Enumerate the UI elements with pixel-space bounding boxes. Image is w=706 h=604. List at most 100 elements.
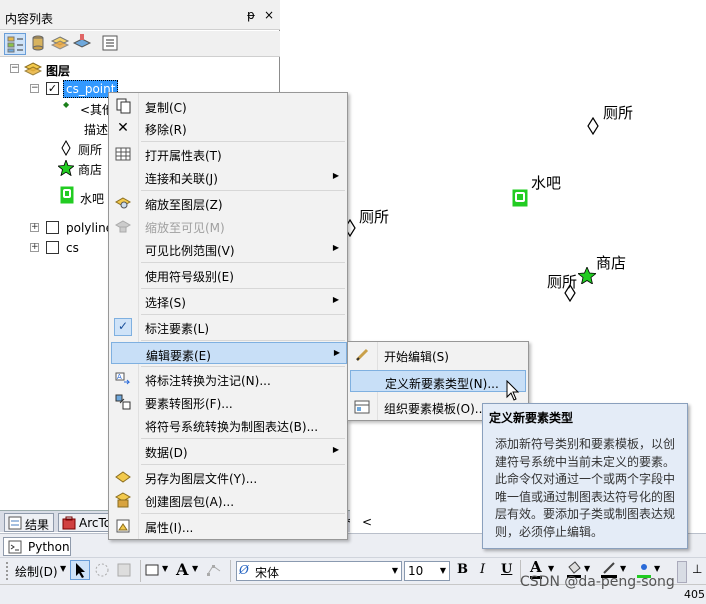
dropdown-arrow-icon[interactable]: ▼ [60, 564, 66, 573]
submenu-arrow-icon: ▶ [332, 171, 339, 180]
layer-context-menu: 复制(C) ✕ 移除(R) 打开属性表(T) 连接和关联(J) ▶ 缩放至图层(… [108, 92, 348, 540]
menu-item-data[interactable]: 数据(D) ▶ [111, 440, 345, 462]
layer-name[interactable]: cs [66, 241, 79, 255]
menu-item-label: 要素转图形(F)... [145, 397, 233, 411]
layer-visibility-checkbox[interactable]: ✓ [46, 82, 59, 95]
dropdown-arrow-icon[interactable]: ▼ [392, 566, 398, 575]
edit-vertices-button[interactable] [206, 562, 222, 581]
menu-separator [141, 513, 345, 514]
select-elements-button[interactable] [70, 560, 90, 580]
menu-item-label: 创建图层包(A)... [145, 495, 235, 509]
bold-button[interactable]: B [457, 562, 468, 577]
tab-results[interactable]: 结果 [4, 513, 55, 532]
menu-item-label: 数据(D) [145, 446, 188, 460]
chevron-left-icon[interactable]: < [362, 515, 372, 529]
font-name-select[interactable]: Ø 宋体 ▼ [236, 561, 402, 581]
menu-item-label: 移除(R) [145, 123, 187, 137]
properties-icon [116, 519, 130, 533]
rotate-button[interactable] [94, 562, 110, 581]
layer-name[interactable]: polyline [66, 221, 113, 235]
menu-item-zoom-to-layer[interactable]: 缩放至图层(Z) [111, 192, 345, 214]
dropdown-arrow-icon[interactable]: ▼ [548, 564, 554, 573]
menu-item-define-new-feature-type[interactable]: 定义新要素类型(N)... [350, 370, 526, 392]
dropdown-arrow-icon[interactable]: ▼ [440, 566, 446, 575]
menu-item-label: 缩放至可见(M) [145, 221, 225, 235]
submenu-arrow-icon: ▶ [332, 445, 339, 454]
menu-item-visible-scale-range[interactable]: 可见比例范围(V) ▶ [111, 238, 345, 260]
toc-title: 内容列表 [5, 12, 54, 26]
menu-item-label: 缩放至图层(Z) [145, 198, 223, 212]
convert-icon: A [115, 372, 131, 385]
font-size-select[interactable]: 10 ▼ [404, 561, 450, 581]
menu-separator [141, 366, 345, 367]
toolbar-grip[interactable] [6, 562, 8, 580]
menu-item-joins-relates[interactable]: 连接和关联(J) ▶ [111, 166, 345, 188]
text-tool-button[interactable]: A [176, 560, 188, 579]
expand-icon[interactable]: + [30, 243, 39, 252]
menu-item-remove[interactable]: ✕ 移除(R) [111, 117, 345, 139]
tree-root-layers[interactable]: − 图层 [0, 60, 280, 80]
menu-item-label: 使用符号级别(E) [145, 270, 234, 284]
menu-item-zoom-to-visible: 缩放至可见(M) [111, 215, 345, 237]
layer-visibility-checkbox[interactable] [46, 221, 59, 234]
toolbox-icon [62, 516, 76, 530]
menu-item-open-attribute-table[interactable]: 打开属性表(T) [111, 143, 345, 165]
menu-item-label: 将符号系统转换为制图表达(B)... [145, 420, 319, 434]
rectangle-tool-button[interactable] [145, 563, 159, 580]
menu-item-selection[interactable]: 选择(S) ▶ [111, 290, 345, 312]
dropdown-arrow-icon[interactable]: ▼ [162, 564, 168, 573]
list-by-drawing-order-button[interactable] [4, 33, 26, 55]
menu-item-convert-labels[interactable]: A 将标注转换为注记(N)... [111, 368, 345, 390]
menu-item-label: 选择(S) [145, 296, 186, 310]
menu-item-properties[interactable]: 属性(I)... [111, 515, 345, 537]
expand-icon[interactable]: + [30, 223, 39, 232]
list-by-source-button[interactable] [28, 33, 50, 55]
dropdown-arrow-icon[interactable]: ▼ [620, 564, 626, 573]
collapse-icon[interactable]: − [10, 64, 19, 73]
map-label-toilet: 厕所 [359, 208, 390, 226]
options-button[interactable] [100, 33, 122, 55]
menu-item-create-layer-package[interactable]: 创建图层包(A)... [111, 489, 345, 511]
close-icon[interactable]: × [264, 8, 274, 22]
star-icon [58, 160, 74, 176]
dropdown-arrow-icon[interactable]: ▼ [654, 564, 660, 573]
menu-separator [141, 464, 345, 465]
svg-text:A: A [117, 373, 122, 381]
tab-python[interactable]: Python [3, 537, 71, 556]
layer-visibility-checkbox[interactable] [46, 241, 59, 254]
root-layer-label: 图层 [46, 64, 71, 78]
menu-separator [141, 288, 345, 289]
diamond-icon [61, 140, 71, 156]
menu-item-convert-symbology[interactable]: 将符号系统转换为制图表达(B)... [111, 414, 345, 436]
toc-title-bar: 内容列表 ᵽ × [0, 0, 280, 30]
underline-button[interactable]: U [501, 562, 512, 577]
rotate-icon [95, 563, 109, 577]
italic-button[interactable]: I [480, 562, 485, 577]
pin-icon[interactable]: ᵽ [247, 8, 255, 22]
menu-item-label-features[interactable]: ✓ 标注要素(L) [111, 316, 345, 338]
toolbar-overflow-button[interactable] [677, 561, 687, 583]
menu-item-start-editing[interactable]: 开始编辑(S) [350, 344, 526, 366]
more-icon[interactable]: ⊥ [692, 562, 702, 576]
vertices-icon [207, 565, 221, 576]
dropdown-arrow-icon[interactable]: ▼ [192, 564, 198, 573]
shop-point-symbol [578, 267, 596, 284]
menu-item-use-symbol-levels[interactable]: 使用符号级别(E) [111, 264, 345, 286]
menu-item-save-as-layer-file[interactable]: 另存为图层文件(Y)... [111, 466, 345, 488]
python-icon [8, 540, 22, 554]
layer-package-icon [115, 492, 131, 508]
menu-item-edit-features[interactable]: 编辑要素(E) ▶ [111, 342, 347, 364]
status-coordinates: 405 [684, 588, 705, 601]
list-by-visibility-button[interactable] [50, 33, 72, 55]
menu-item-label: 属性(I)... [145, 521, 194, 535]
water-symbol-icon [60, 186, 74, 204]
menu-item-features-to-graphics[interactable]: 要素转图形(F)... [111, 391, 345, 413]
tooltip-body: 添加新符号类别和要素模板，以创建符号系统中当前未定义的要素。此命令仅对通过一个或… [495, 437, 676, 539]
list-by-selection-button[interactable] [72, 33, 94, 55]
menu-item-copy[interactable]: 复制(C) [111, 95, 345, 117]
zoom-whole-page-button[interactable] [116, 562, 132, 581]
draw-menu-button[interactable]: 绘制(D) [15, 563, 58, 580]
dropdown-arrow-icon[interactable]: ▼ [584, 564, 590, 573]
collapse-icon[interactable]: − [30, 84, 39, 93]
menu-item-label: 标注要素(L) [145, 322, 210, 336]
